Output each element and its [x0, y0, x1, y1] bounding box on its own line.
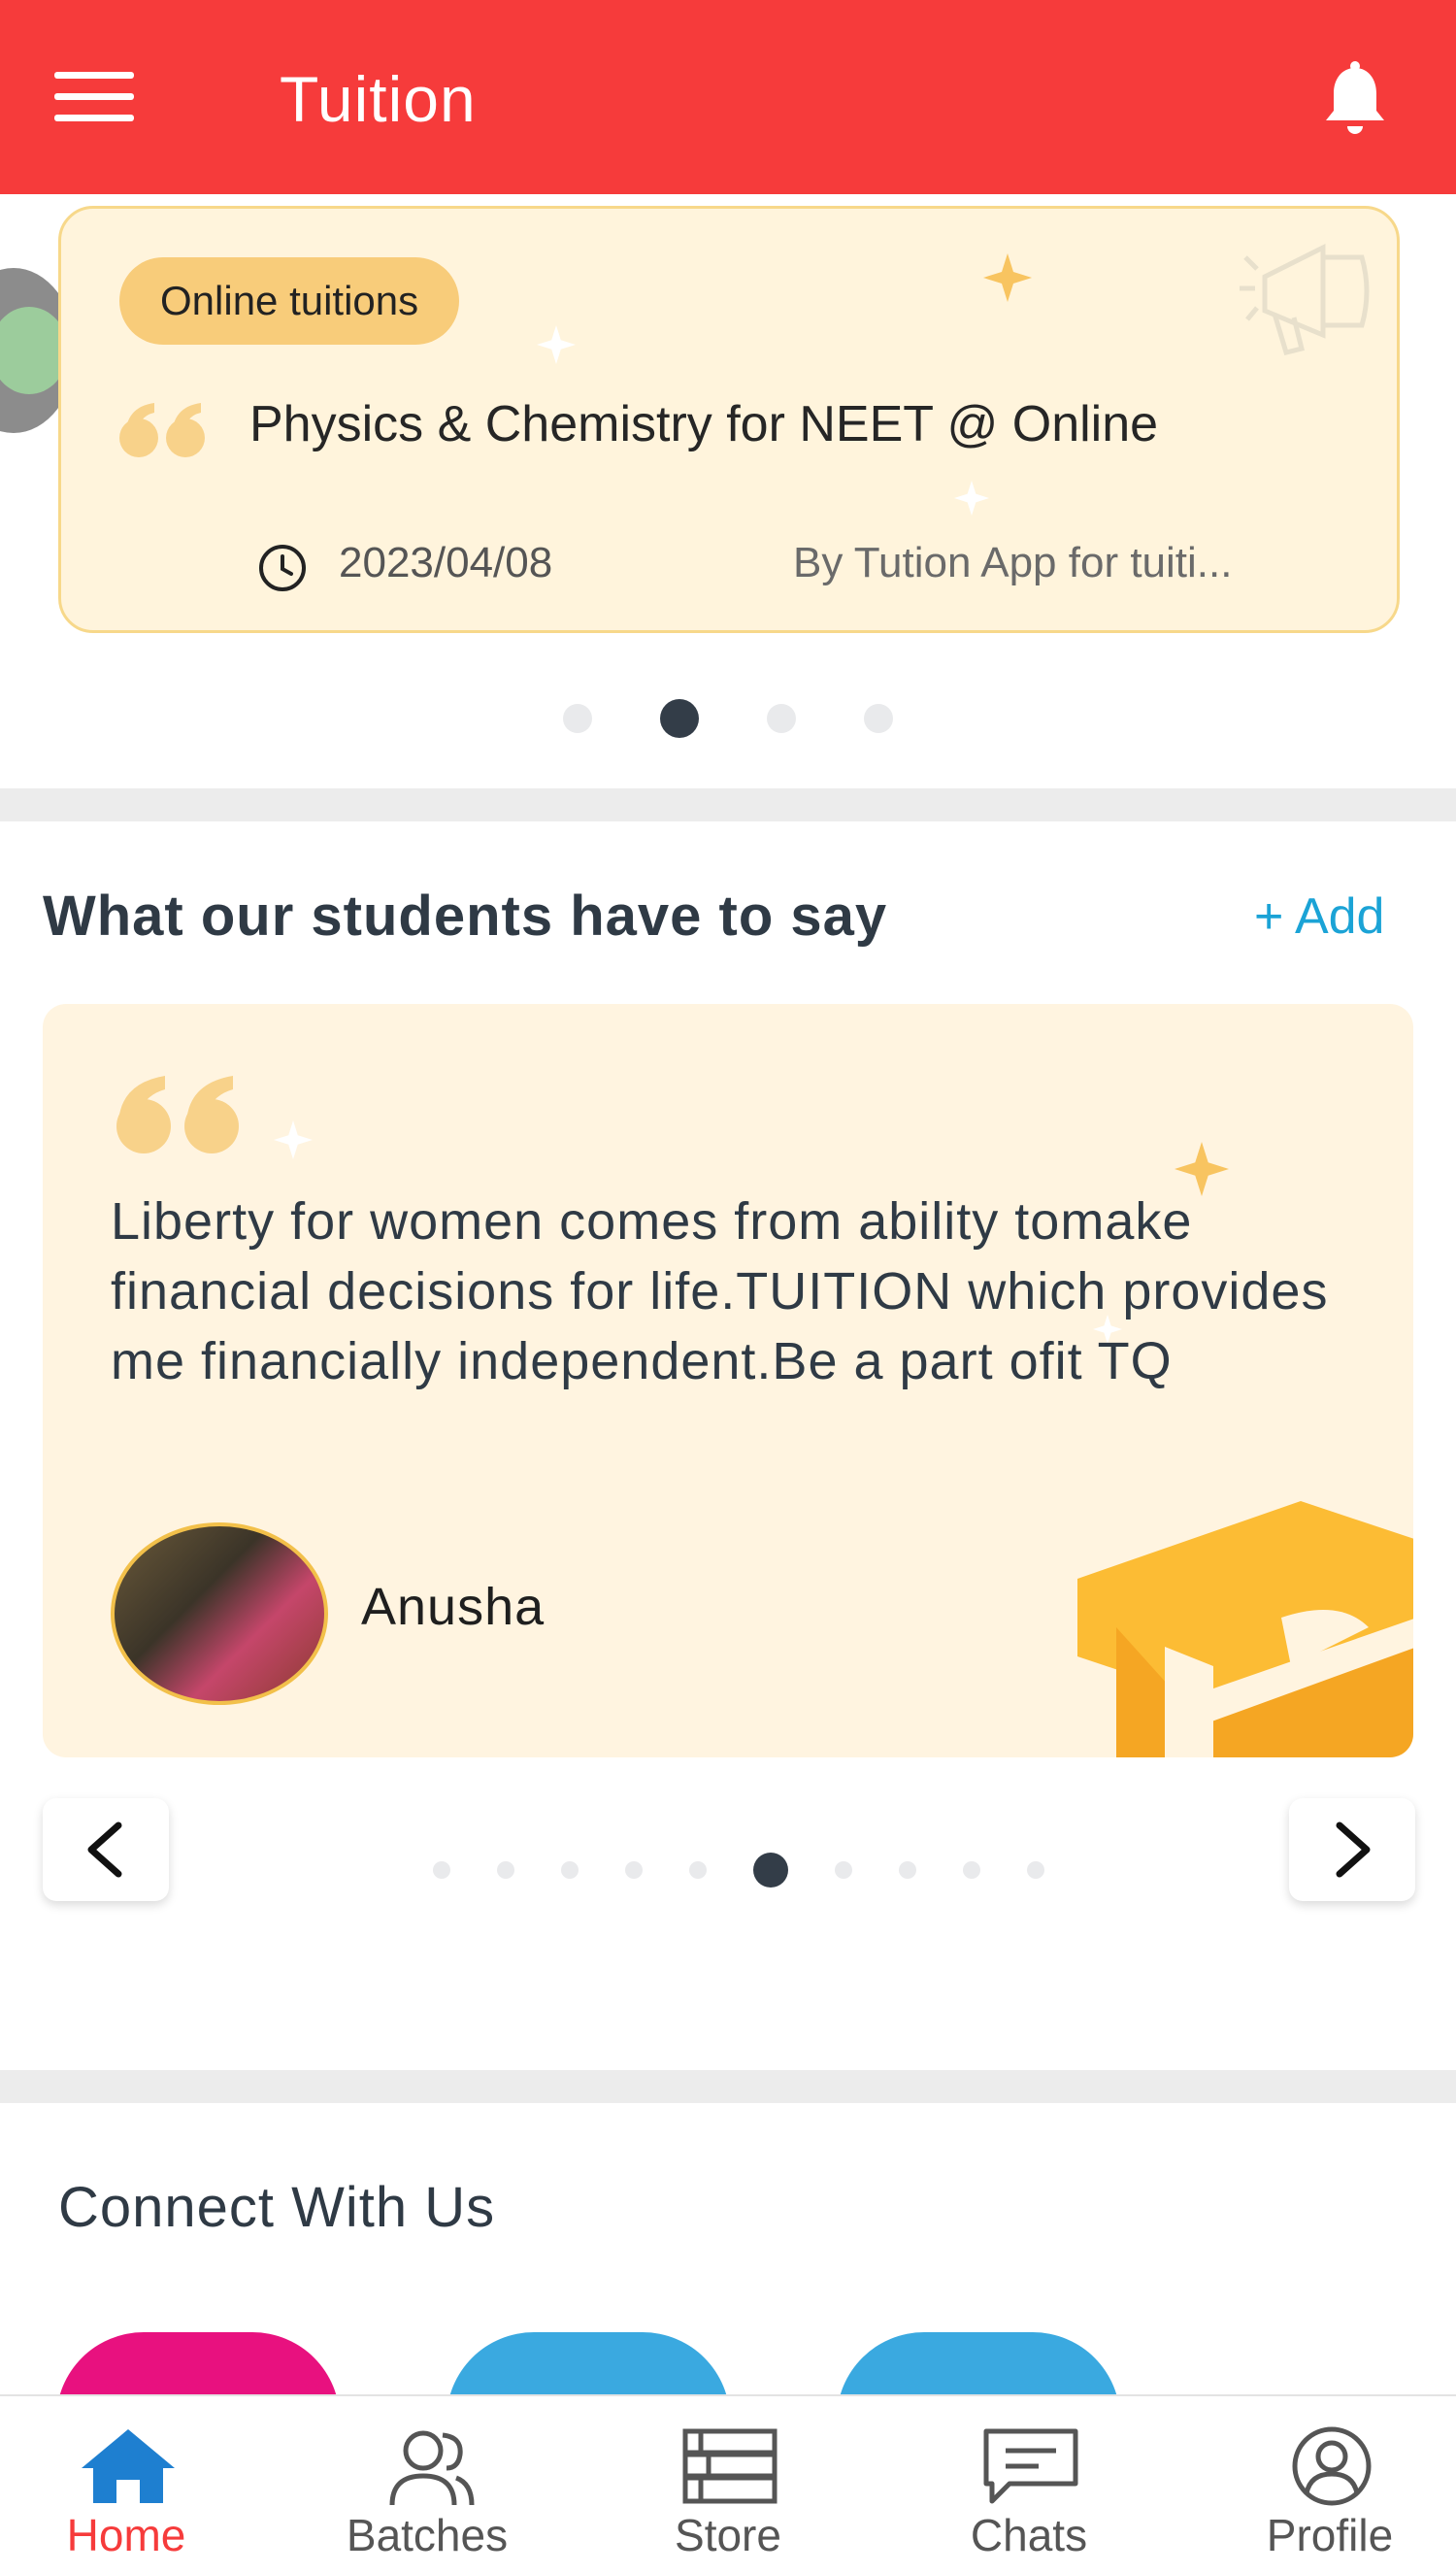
sparkle-icon: [954, 481, 989, 516]
pager-dot[interactable]: [899, 1861, 916, 1879]
quote-icon: [119, 403, 205, 457]
announcement-title: Physics & Chemistry for NEET @ Online: [249, 396, 1159, 452]
chevron-left-icon: [87, 1821, 122, 1878]
testimonial-text: Liberty for women comes from ability tom…: [111, 1192, 1329, 1390]
announcement-pager: [563, 699, 893, 738]
nav-profile[interactable]: Profile: [1184, 2396, 1456, 2573]
connect-title: Connect With Us: [58, 2176, 496, 2239]
profile-icon: [1292, 2426, 1372, 2506]
announcement-card[interactable]: Online tuitions Physics & Chemistry for …: [58, 206, 1400, 633]
testimonials-title: What our students have to say: [43, 885, 888, 948]
add-testimonial-button[interactable]: + Add: [1254, 887, 1384, 946]
nav-batches[interactable]: Batches: [281, 2396, 573, 2573]
testimonial-card: Liberty for women comes from ability tom…: [43, 1004, 1413, 1757]
chevron-right-icon: [1336, 1821, 1371, 1878]
chats-icon: [983, 2428, 1078, 2504]
pager-dot[interactable]: [433, 1861, 450, 1879]
testimonial-pager: [433, 1851, 1044, 1889]
section-divider: [0, 2070, 1456, 2103]
pager-dot[interactable]: [1027, 1861, 1044, 1879]
pager-dot[interactable]: [497, 1861, 514, 1879]
notification-bell-icon[interactable]: [1314, 60, 1396, 142]
clock-icon: [259, 545, 306, 591]
sparkle-icon: [983, 253, 1032, 302]
section-divider: [0, 788, 1456, 821]
pager-dot[interactable]: [561, 1861, 579, 1879]
nav-profile-label: Profile: [1266, 2510, 1394, 2560]
nav-chats[interactable]: Chats: [883, 2396, 1175, 2573]
nav-store[interactable]: Store: [582, 2396, 874, 2573]
graduation-cap-icon: [1077, 1501, 1413, 1757]
nav-store-label: Store: [675, 2510, 781, 2560]
quote-icon: [116, 1076, 239, 1153]
sparkle-icon: [537, 325, 576, 364]
app-bar: Tuition: [0, 0, 1456, 194]
sparkle-icon: [274, 1120, 313, 1159]
menu-icon[interactable]: [54, 72, 134, 122]
pager-dot-active[interactable]: [660, 699, 699, 738]
announcement-author: By Tution App for tuiti...: [793, 539, 1233, 586]
batches-icon: [389, 2430, 475, 2506]
pager-dot[interactable]: [625, 1861, 643, 1879]
announcement-date: 2023/04/08: [339, 539, 553, 586]
pager-dot[interactable]: [963, 1861, 980, 1879]
pager-dot[interactable]: [563, 704, 592, 733]
student-name: Anusha: [361, 1578, 546, 1636]
app-title: Tuition: [280, 63, 477, 135]
store-icon: [682, 2428, 778, 2504]
home-icon: [82, 2429, 175, 2503]
pager-dot[interactable]: [864, 704, 893, 733]
pager-dot[interactable]: [767, 704, 796, 733]
announcement-tag: Online tuitions: [119, 257, 460, 345]
bottom-navigation: Home Batches Store Chats Profile: [0, 2394, 1456, 2573]
megaphone-icon: [1240, 243, 1370, 356]
pager-dot[interactable]: [835, 1861, 852, 1879]
nav-chats-label: Chats: [970, 2510, 1088, 2560]
previous-testimonial-button[interactable]: [43, 1798, 169, 1901]
next-testimonial-button[interactable]: [1289, 1798, 1415, 1901]
nav-home[interactable]: Home: [0, 2396, 272, 2573]
nav-batches-label: Batches: [346, 2510, 509, 2560]
pager-dot[interactable]: [689, 1861, 707, 1879]
student-avatar: [111, 1522, 328, 1705]
pager-dot-active[interactable]: [753, 1853, 788, 1888]
nav-home-label: Home: [66, 2510, 186, 2560]
